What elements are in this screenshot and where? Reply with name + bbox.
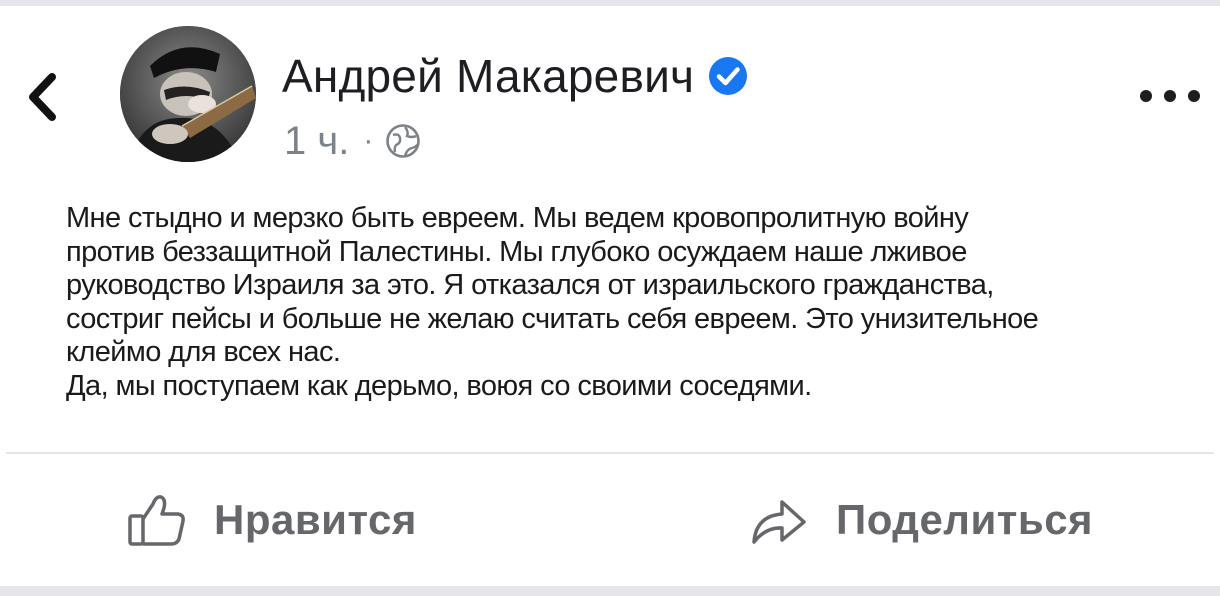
globe-icon[interactable] [385, 123, 421, 159]
post-timestamp[interactable]: 1 ч. [284, 119, 349, 164]
more-dot [1188, 90, 1200, 102]
post-text-line: Да, мы поступаем как дерьмо, воюя со сво… [66, 369, 812, 402]
author-row: Андрей Макаревич [282, 44, 748, 108]
top-divider [0, 0, 1220, 6]
share-arrow-icon [748, 492, 810, 548]
meta-separator: · [363, 124, 374, 157]
avatar[interactable] [120, 26, 256, 162]
author-name[interactable]: Андрей Макаревич [282, 49, 694, 103]
verified-badge-icon [708, 56, 748, 96]
post-text-line: состриг пейсы и больше не желаю считать … [66, 302, 1039, 335]
post-text-line: Мне стыдно и мерзко быть евреем. Мы веде… [66, 202, 969, 234]
avatar-photo [120, 26, 256, 162]
more-options-button[interactable] [1140, 82, 1200, 110]
share-button[interactable]: Поделиться [748, 490, 1093, 550]
post-text: Мне стыдно и мерзко быть евреем. Мы веде… [66, 202, 1166, 403]
more-dot [1164, 90, 1176, 102]
chevron-left-icon [29, 73, 56, 121]
more-dot [1140, 90, 1152, 102]
share-label: Поделиться [836, 496, 1094, 543]
post-text-line: руководство Израиля за это. Я отказался … [66, 269, 994, 301]
post-text-line: против беззащитной Палестины. Мы глубоко… [66, 235, 967, 268]
bottom-divider [0, 586, 1220, 596]
back-button[interactable] [20, 70, 64, 124]
post-text-line: клеймо для всех нас. [66, 336, 341, 368]
thumbs-up-icon [126, 492, 188, 548]
like-button[interactable]: Нравится [126, 490, 417, 550]
like-label: Нравится [214, 496, 417, 543]
actions-divider [6, 452, 1214, 454]
post-meta: 1 ч. · [284, 114, 421, 168]
